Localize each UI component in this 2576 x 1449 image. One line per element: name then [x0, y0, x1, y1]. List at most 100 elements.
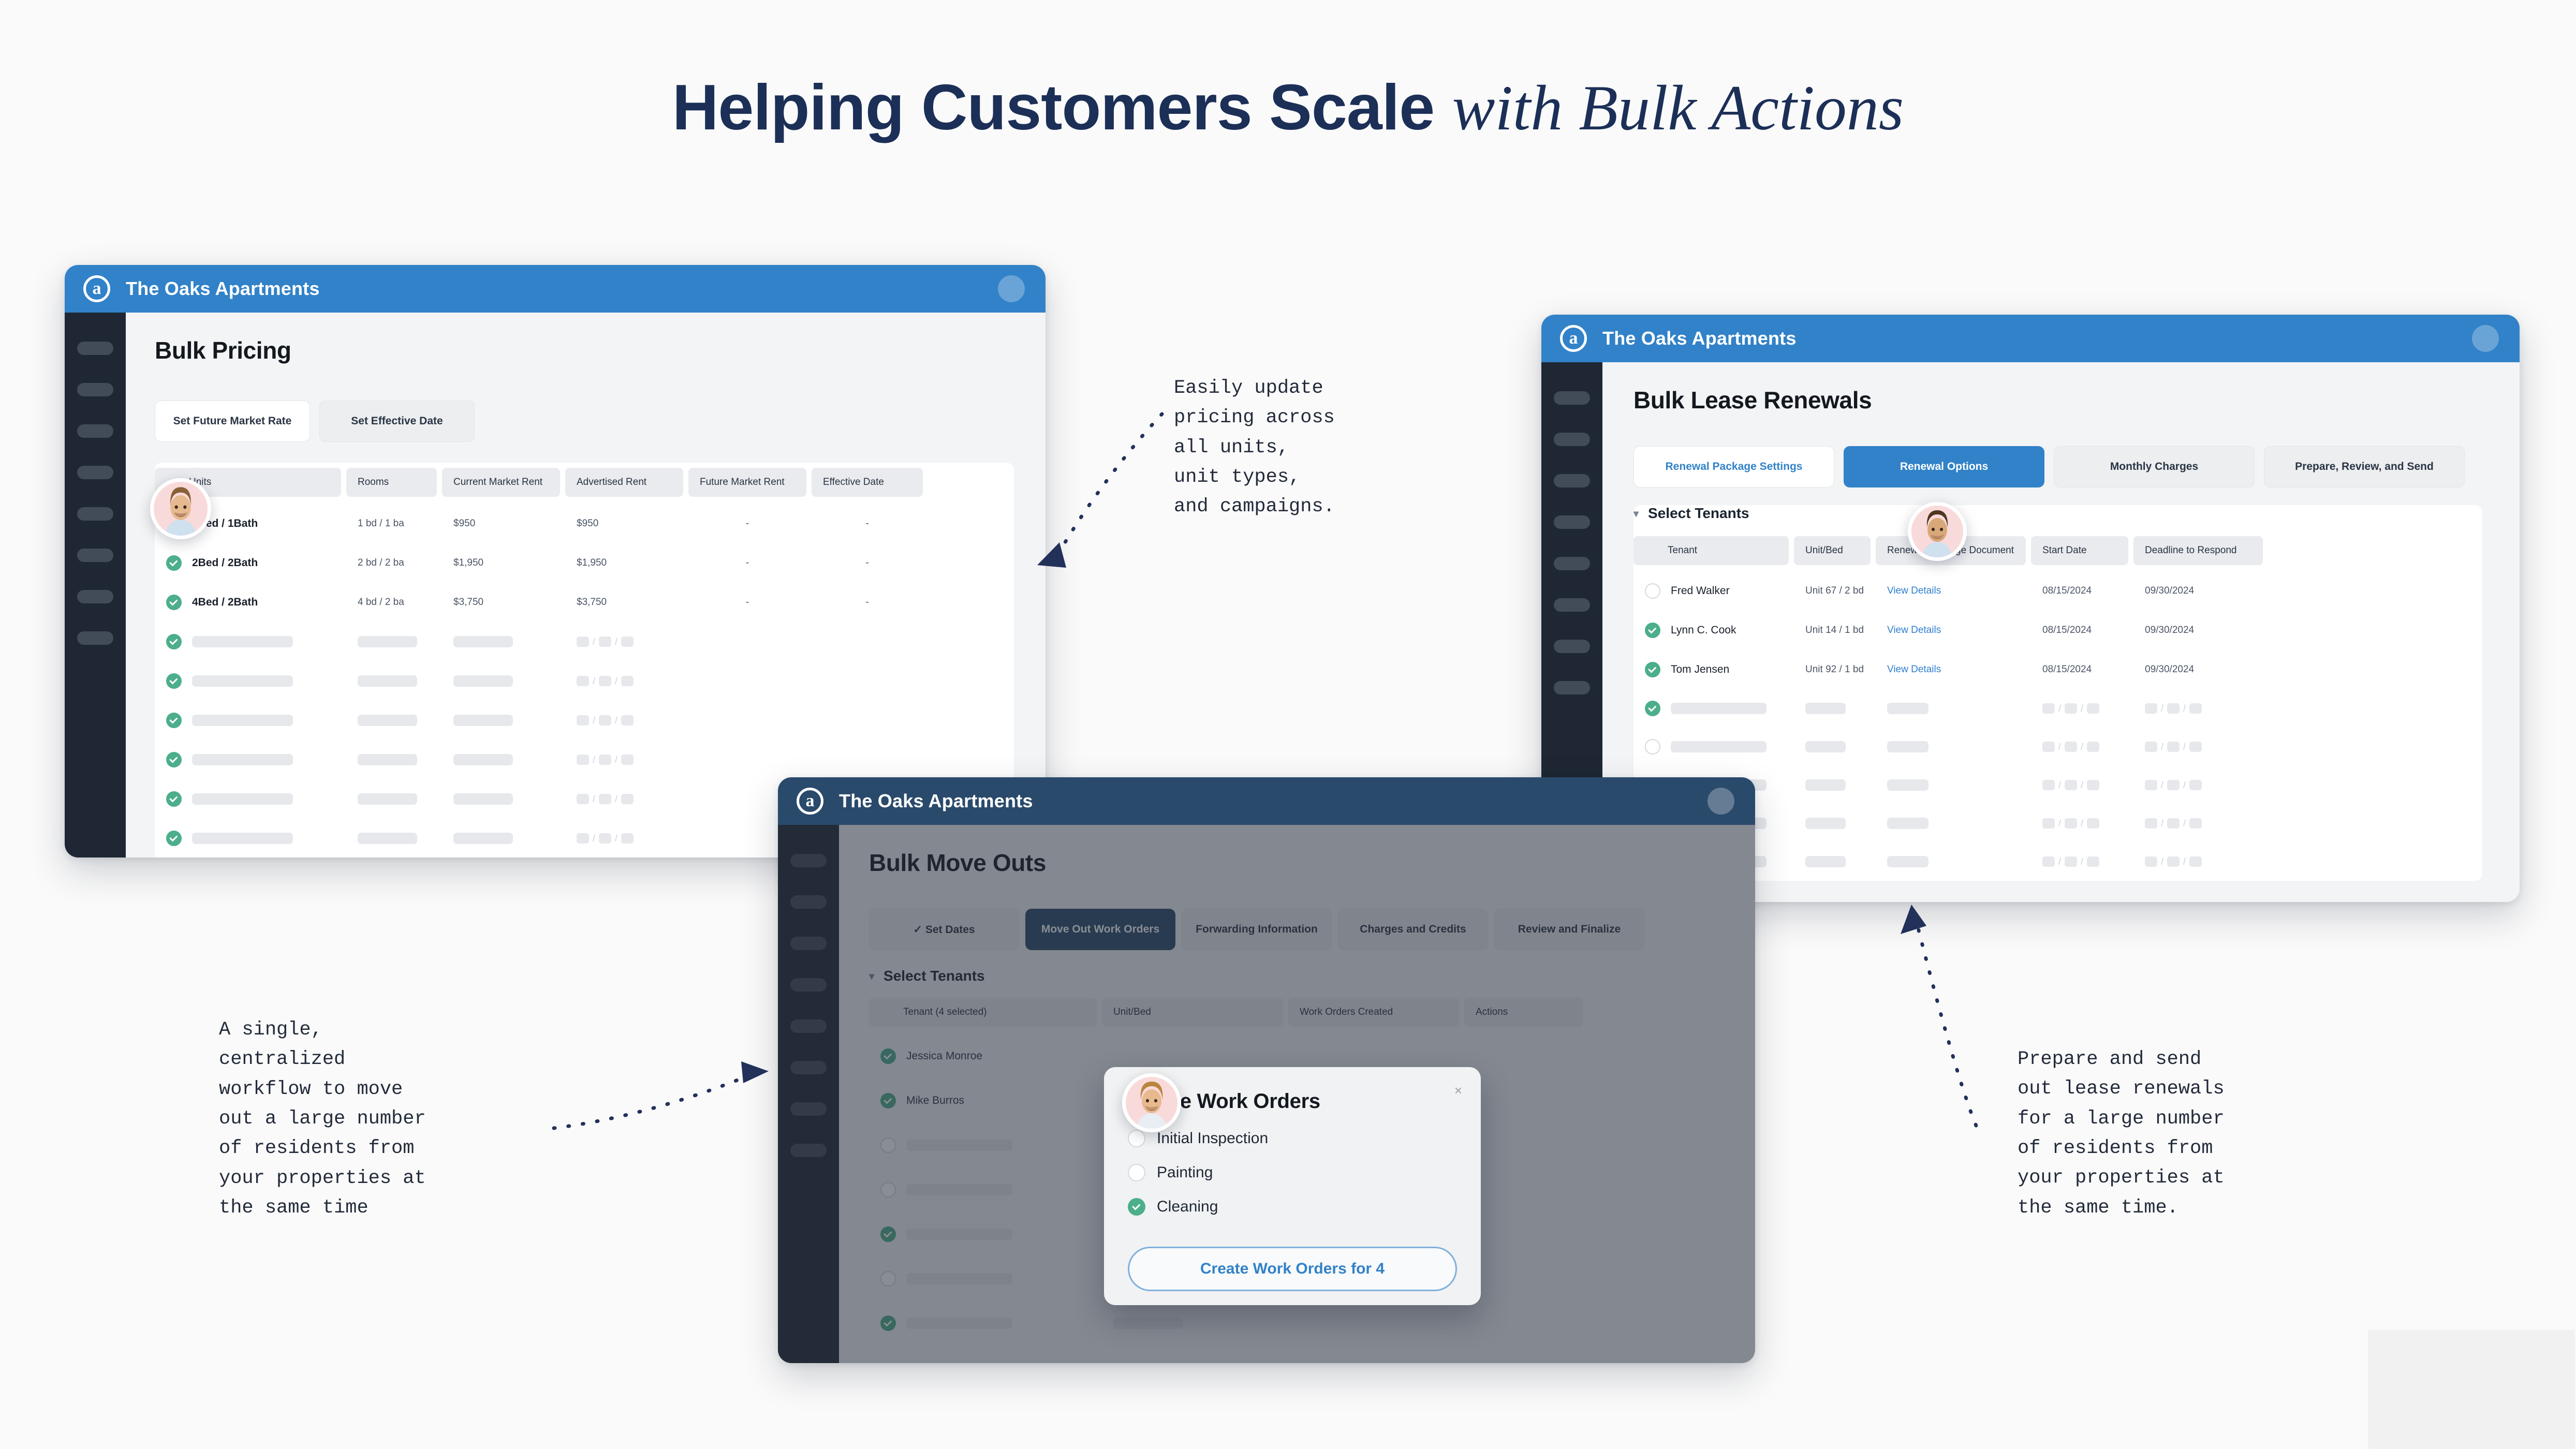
radio-initial-inspection[interactable]	[1128, 1130, 1145, 1147]
sidebar-item-4[interactable]	[1554, 515, 1590, 529]
modal-option-label: Painting	[1157, 1164, 1213, 1181]
sidebar-item-3[interactable]	[77, 424, 113, 438]
sidebar-item-2[interactable]	[77, 383, 113, 396]
row-checkbox[interactable]	[1645, 662, 1660, 677]
tab-renewal-options[interactable]: Renewal Options	[1844, 446, 2044, 487]
col-effective-date: Effective Date	[812, 468, 923, 497]
close-icon[interactable]: ×	[1454, 1084, 1462, 1097]
arrow-line-pricing	[1056, 412, 1164, 556]
placeholder-bar	[192, 793, 293, 805]
renewals-user-avatar[interactable]	[2472, 325, 2499, 352]
sidebar-item-1[interactable]	[1554, 391, 1590, 405]
table-row[interactable]: Lynn C. Cook Unit 14 / 1 bd View Details…	[1633, 611, 2482, 650]
window-bulk-move-outs[interactable]: a The Oaks Apartments Bulk Move Outs ✓ S…	[778, 777, 1755, 1363]
placeholder-bar	[1805, 856, 1846, 867]
cell-tenant: Tom Jensen	[1671, 663, 1730, 675]
placeholder-bar	[192, 715, 293, 726]
placeholder-date: / /	[2042, 742, 2100, 752]
sidebar-item-8[interactable]	[1554, 681, 1590, 694]
cell-deadline: 09/30/2024	[2145, 625, 2195, 635]
sidebar-item-5[interactable]	[77, 507, 113, 521]
sidebar-item-6[interactable]	[1554, 598, 1590, 612]
avatar	[1122, 1073, 1181, 1132]
select-tenants-section[interactable]: ▾ Select Tenants	[1633, 505, 2482, 522]
row-checkbox[interactable]	[166, 595, 182, 610]
sidebar-item-8[interactable]	[77, 631, 113, 645]
placeholder-bar	[192, 636, 293, 647]
table-row[interactable]: 2Bed / 2Bath 2 bd / 2 ba $1,950 $1,950 -…	[155, 543, 1014, 583]
placeholder-bar	[1887, 703, 1929, 714]
corner-decoration	[2368, 1330, 2575, 1449]
row-checkbox[interactable]	[166, 555, 182, 571]
sidebar-item-7[interactable]	[77, 590, 113, 603]
placeholder-bar	[1887, 741, 1929, 752]
cell-unit-bed: Unit 14 / 1 bd	[1805, 625, 1864, 635]
cell-tenant: Lynn C. Cook	[1671, 624, 1736, 636]
table-row-placeholder[interactable]: / / / /	[1633, 766, 2482, 804]
table-row[interactable]: Fred Walker Unit 67 / 2 bd View Details …	[1633, 571, 2482, 611]
sidebar-item-3[interactable]	[1554, 474, 1590, 487]
moveouts-app-name: The Oaks Apartments	[839, 790, 1033, 811]
create-work-orders-button[interactable]: Create Work Orders for 4	[1128, 1247, 1457, 1291]
row-checkbox[interactable]	[166, 713, 182, 728]
table-row[interactable]: Tom Jensen Unit 92 / 1 bd View Details 0…	[1633, 650, 2482, 689]
row-checkbox[interactable]	[1645, 739, 1660, 755]
cell-view-details-link[interactable]: View Details	[1876, 625, 2026, 636]
pricing-sidebar[interactable]	[65, 313, 126, 857]
row-checkbox[interactable]	[1645, 623, 1660, 638]
radio-painting[interactable]	[1128, 1164, 1145, 1181]
sidebar-item-5[interactable]	[1554, 557, 1590, 570]
sidebar-item-2[interactable]	[1554, 433, 1590, 446]
modal-option-painting[interactable]: Painting	[1128, 1164, 1457, 1181]
table-row-placeholder[interactable]: / / / /	[1633, 728, 2482, 766]
table-row[interactable]: 1Bed / 1Bath 1 bd / 1 ba $950 $950 - -	[155, 504, 1014, 543]
table-row-placeholder[interactable]: / / / /	[1633, 689, 2482, 728]
renewals-table-card: ▾ Select Tenants Tenant Unit/Bed Renewal…	[1633, 505, 2482, 881]
pricing-user-avatar[interactable]	[998, 275, 1025, 302]
row-checkbox[interactable]	[1645, 583, 1660, 599]
pricing-main: Bulk Pricing Set Future Market Rate Set …	[126, 313, 1046, 857]
sidebar-item-6[interactable]	[77, 549, 113, 562]
row-checkbox[interactable]	[166, 673, 182, 689]
sidebar-item-1[interactable]	[77, 342, 113, 355]
tab-monthly-charges[interactable]: Monthly Charges	[2054, 446, 2255, 487]
moveouts-user-avatar[interactable]	[1707, 788, 1734, 815]
row-checkbox[interactable]	[166, 831, 182, 846]
sidebar-item-7[interactable]	[1554, 640, 1590, 653]
row-checkbox[interactable]	[166, 752, 182, 767]
cell-view-details-link[interactable]: View Details	[1876, 664, 2026, 675]
cell-view-details-link[interactable]: View Details	[1876, 585, 2026, 597]
placeholder-bar	[192, 833, 293, 844]
table-row[interactable]: 4Bed / 2Bath 4 bd / 2 ba $3,750 $3,750 -…	[155, 583, 1014, 622]
sidebar-item-4[interactable]	[77, 466, 113, 479]
pricing-table-header: Units Rooms Current Market Rent Advertis…	[155, 463, 1014, 497]
table-row-placeholder[interactable]: / /	[155, 701, 1014, 740]
pricing-tabs[interactable]: Set Future Market Rate Set Effective Dat…	[155, 401, 1046, 442]
row-checkbox[interactable]	[166, 791, 182, 807]
placeholder-bar	[1805, 741, 1846, 752]
table-row-placeholder[interactable]: / /	[155, 661, 1014, 701]
placeholder-bar	[358, 793, 417, 805]
tab-renewal-package-settings[interactable]: Renewal Package Settings	[1633, 446, 1834, 487]
annotation-moveouts: A single, centralized workflow to move o…	[219, 1019, 426, 1219]
renewals-page-title: Bulk Lease Renewals	[1633, 387, 1872, 413]
row-checkbox[interactable]	[166, 634, 182, 649]
app-logo-icon: a	[83, 275, 110, 302]
tab-prepare-review-send[interactable]: Prepare, Review, and Send	[2264, 446, 2465, 487]
table-row-placeholder[interactable]: / /	[155, 740, 1014, 779]
renewals-tabs[interactable]: Renewal Package Settings Renewal Options…	[1633, 446, 2520, 487]
tab-set-future-market-rate[interactable]: Set Future Market Rate	[155, 401, 310, 442]
placeholder-bar	[358, 675, 417, 687]
table-row-placeholder[interactable]: / / / /	[1633, 842, 2482, 881]
modal-option-initial-inspection[interactable]: Initial Inspection	[1128, 1130, 1457, 1147]
app-logo-icon: a	[797, 788, 823, 815]
tab-set-effective-date[interactable]: Set Effective Date	[319, 401, 475, 442]
table-row-placeholder[interactable]: / / / /	[1633, 804, 2482, 842]
modal-option-cleaning[interactable]: Cleaning	[1128, 1198, 1457, 1216]
radio-cleaning[interactable]	[1128, 1198, 1145, 1216]
col-start-date: Start Date	[2031, 536, 2128, 565]
window-bulk-pricing[interactable]: a The Oaks Apartments Bulk Pricing Set F…	[65, 265, 1046, 857]
row-checkbox[interactable]	[1645, 701, 1660, 716]
table-row-placeholder[interactable]: / /	[155, 622, 1014, 661]
arrow-line-renewals	[1913, 914, 1979, 1130]
